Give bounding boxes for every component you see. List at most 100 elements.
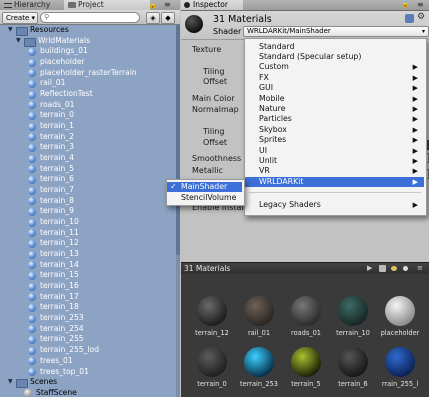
material-preview-ball[interactable]: [197, 296, 227, 326]
tree-item-material[interactable]: terrain_16: [0, 281, 176, 292]
filter-type-icon[interactable]: ◈: [146, 12, 160, 24]
panel-menu-icon[interactable]: ≡: [417, 0, 424, 9]
menu-item-label: Unlit: [259, 156, 278, 165]
project-panel: Hierarchy Project 🔒 ≡ Create ▾ ⚲ ◈ ◆ ▼ R…: [0, 0, 180, 397]
tree-item-material[interactable]: terrain_7: [0, 185, 176, 196]
tree-item-material[interactable]: terrain_6: [0, 174, 176, 185]
tree-item-material[interactable]: terrain_5: [0, 164, 176, 175]
panel-menu-icon[interactable]: ≡: [164, 0, 171, 9]
expand-arrow-icon[interactable]: ▼: [8, 25, 16, 36]
material-preview-ball[interactable]: [385, 296, 415, 326]
tree-item-material[interactable]: terrain_0: [0, 110, 176, 121]
create-button[interactable]: Create ▾: [2, 12, 38, 24]
shader-label: Shader: [213, 27, 242, 36]
material-preview-ball[interactable]: [338, 347, 368, 377]
tree-item-material[interactable]: terrain_9: [0, 206, 176, 217]
tree-item-label: terrain_17: [40, 291, 79, 301]
tree-item-material[interactable]: terrain_10: [0, 217, 176, 228]
shader-menu-item[interactable]: UI ▶: [245, 146, 424, 156]
tab-project[interactable]: Project: [64, 0, 150, 10]
tree-item-resources[interactable]: ▼ Resources: [0, 25, 176, 36]
tree-item-material[interactable]: terrain_14: [0, 260, 176, 271]
expand-arrow-icon[interactable]: ▼: [8, 377, 16, 388]
shader-menu-item[interactable]: GUI ▶: [245, 83, 424, 93]
tree-item-material[interactable]: terrain_253: [0, 313, 176, 324]
tree-item-scene[interactable]: StaffScene: [0, 388, 176, 397]
shader-menu-item[interactable]: Standard: [245, 42, 424, 52]
material-preview-label: terrain_10: [336, 329, 370, 337]
tree-item-material[interactable]: terrain_254: [0, 324, 176, 335]
tree-item-material[interactable]: buildings_01: [0, 46, 176, 57]
tree-item-material[interactable]: roads_01: [0, 100, 176, 111]
gear-icon[interactable]: ⚙: [417, 12, 425, 22]
material-sphere-icon: [28, 143, 36, 152]
play-icon[interactable]: ▶: [367, 263, 372, 274]
shader-menu-item[interactable]: Particles ▶: [245, 114, 424, 124]
material-preview-ball[interactable]: [244, 296, 274, 326]
tree-item-material[interactable]: ReflectionTest: [0, 89, 176, 100]
material-preview-ball[interactable]: [244, 347, 274, 377]
expand-arrow-icon[interactable]: ▼: [16, 36, 24, 47]
book-icon[interactable]: [405, 14, 414, 23]
shader-menu-item[interactable]: Sprites ▶: [245, 135, 424, 145]
tree-item-material[interactable]: terrain_11: [0, 228, 176, 239]
scrollbar-thumb[interactable]: [176, 25, 180, 255]
mesh-icon[interactable]: [379, 265, 386, 272]
search-input[interactable]: ⚲: [40, 12, 140, 23]
tree-item-material[interactable]: terrain_3: [0, 142, 176, 153]
shader-menu-item[interactable]: Legacy Shaders ▶: [245, 200, 424, 210]
tree-item-material[interactable]: terrain_15: [0, 270, 176, 281]
tree-item-label: placeholder: [40, 57, 85, 67]
tree-item-material[interactable]: terrain_18: [0, 302, 176, 313]
tree-item-material[interactable]: trees_01: [0, 356, 176, 367]
shader-menu-item[interactable]: Mobile ▶: [245, 94, 424, 104]
shader-menu-item[interactable]: Nature ▶: [245, 104, 424, 114]
tree-item-material[interactable]: terrain_255_lod: [0, 345, 176, 356]
tree-item-material[interactable]: terrain_1: [0, 121, 176, 132]
preview-dot-icon[interactable]: [403, 266, 408, 271]
tree-item-wrldmaterials[interactable]: ▼ WrldMaterials: [0, 36, 176, 47]
tree-item-material[interactable]: terrain_13: [0, 249, 176, 260]
tree-item-label: terrain_3: [40, 142, 74, 152]
tree-item-material[interactable]: terrain_2: [0, 132, 176, 143]
tree-item-material[interactable]: placeholder_rasterTerrain: [0, 68, 176, 79]
light-icon[interactable]: [391, 266, 397, 271]
tree-item-material[interactable]: terrain_4: [0, 153, 176, 164]
tree-item-label: terrain_14: [40, 259, 79, 269]
material-preview-ball[interactable]: [291, 296, 321, 326]
tree-item-material[interactable]: rail_01: [0, 78, 176, 89]
menu-item-label: Standard: [259, 42, 295, 51]
shader-menu-item[interactable]: WRLDARKit ▶: [245, 177, 424, 188]
shader-menu-item[interactable]: Custom ▶: [245, 62, 424, 72]
lock-icon[interactable]: 🔒: [148, 1, 157, 9]
tree-item-label: placeholder_rasterTerrain: [40, 67, 137, 77]
filter-label-icon[interactable]: ◆: [161, 12, 175, 24]
tree-item-label: StaffScene: [36, 387, 77, 397]
tree-scrollbar[interactable]: [176, 25, 180, 397]
shader-menu-item[interactable]: VR ▶: [245, 166, 424, 176]
material-preview-ball[interactable]: [291, 347, 321, 377]
shader-submenu-item[interactable]: StencilVolume: [167, 193, 242, 203]
shader-menu-item[interactable]: Unlit ▶: [245, 156, 424, 166]
shader-dropdown[interactable]: WRLDARKit/MainShader ▾: [243, 26, 429, 37]
tree-item-label: terrain_255_lod: [40, 345, 99, 355]
material-sphere-icon: [28, 165, 36, 174]
shader-menu-item[interactable]: Skybox ▶: [245, 125, 424, 135]
tree-item-material[interactable]: placeholder: [0, 57, 176, 68]
material-preview-ball[interactable]: [385, 347, 415, 377]
shader-menu-item[interactable]: Standard (Specular setup): [245, 52, 424, 62]
preview-menu-icon[interactable]: ≡: [417, 263, 423, 274]
tree-item-material[interactable]: terrain_17: [0, 292, 176, 303]
tree-item-material[interactable]: terrain_12: [0, 238, 176, 249]
tab-inspector[interactable]: Inspector: [181, 0, 243, 10]
tree-item-scenes[interactable]: ▼ Scenes: [0, 377, 176, 389]
shader-menu-item[interactable]: FX ▶: [245, 73, 424, 83]
material-preview-ball[interactable]: [197, 347, 227, 377]
tree-item-material[interactable]: terrain_8: [0, 196, 176, 207]
material-sphere-icon: [28, 250, 36, 259]
tree-item-material[interactable]: terrain_255: [0, 334, 176, 345]
tree-item-material[interactable]: trees_top_01: [0, 367, 176, 378]
lock-icon[interactable]: 🔒: [401, 0, 410, 8]
shader-submenu-item[interactable]: ✓ MainShader: [167, 182, 242, 193]
material-preview-ball[interactable]: [338, 296, 368, 326]
